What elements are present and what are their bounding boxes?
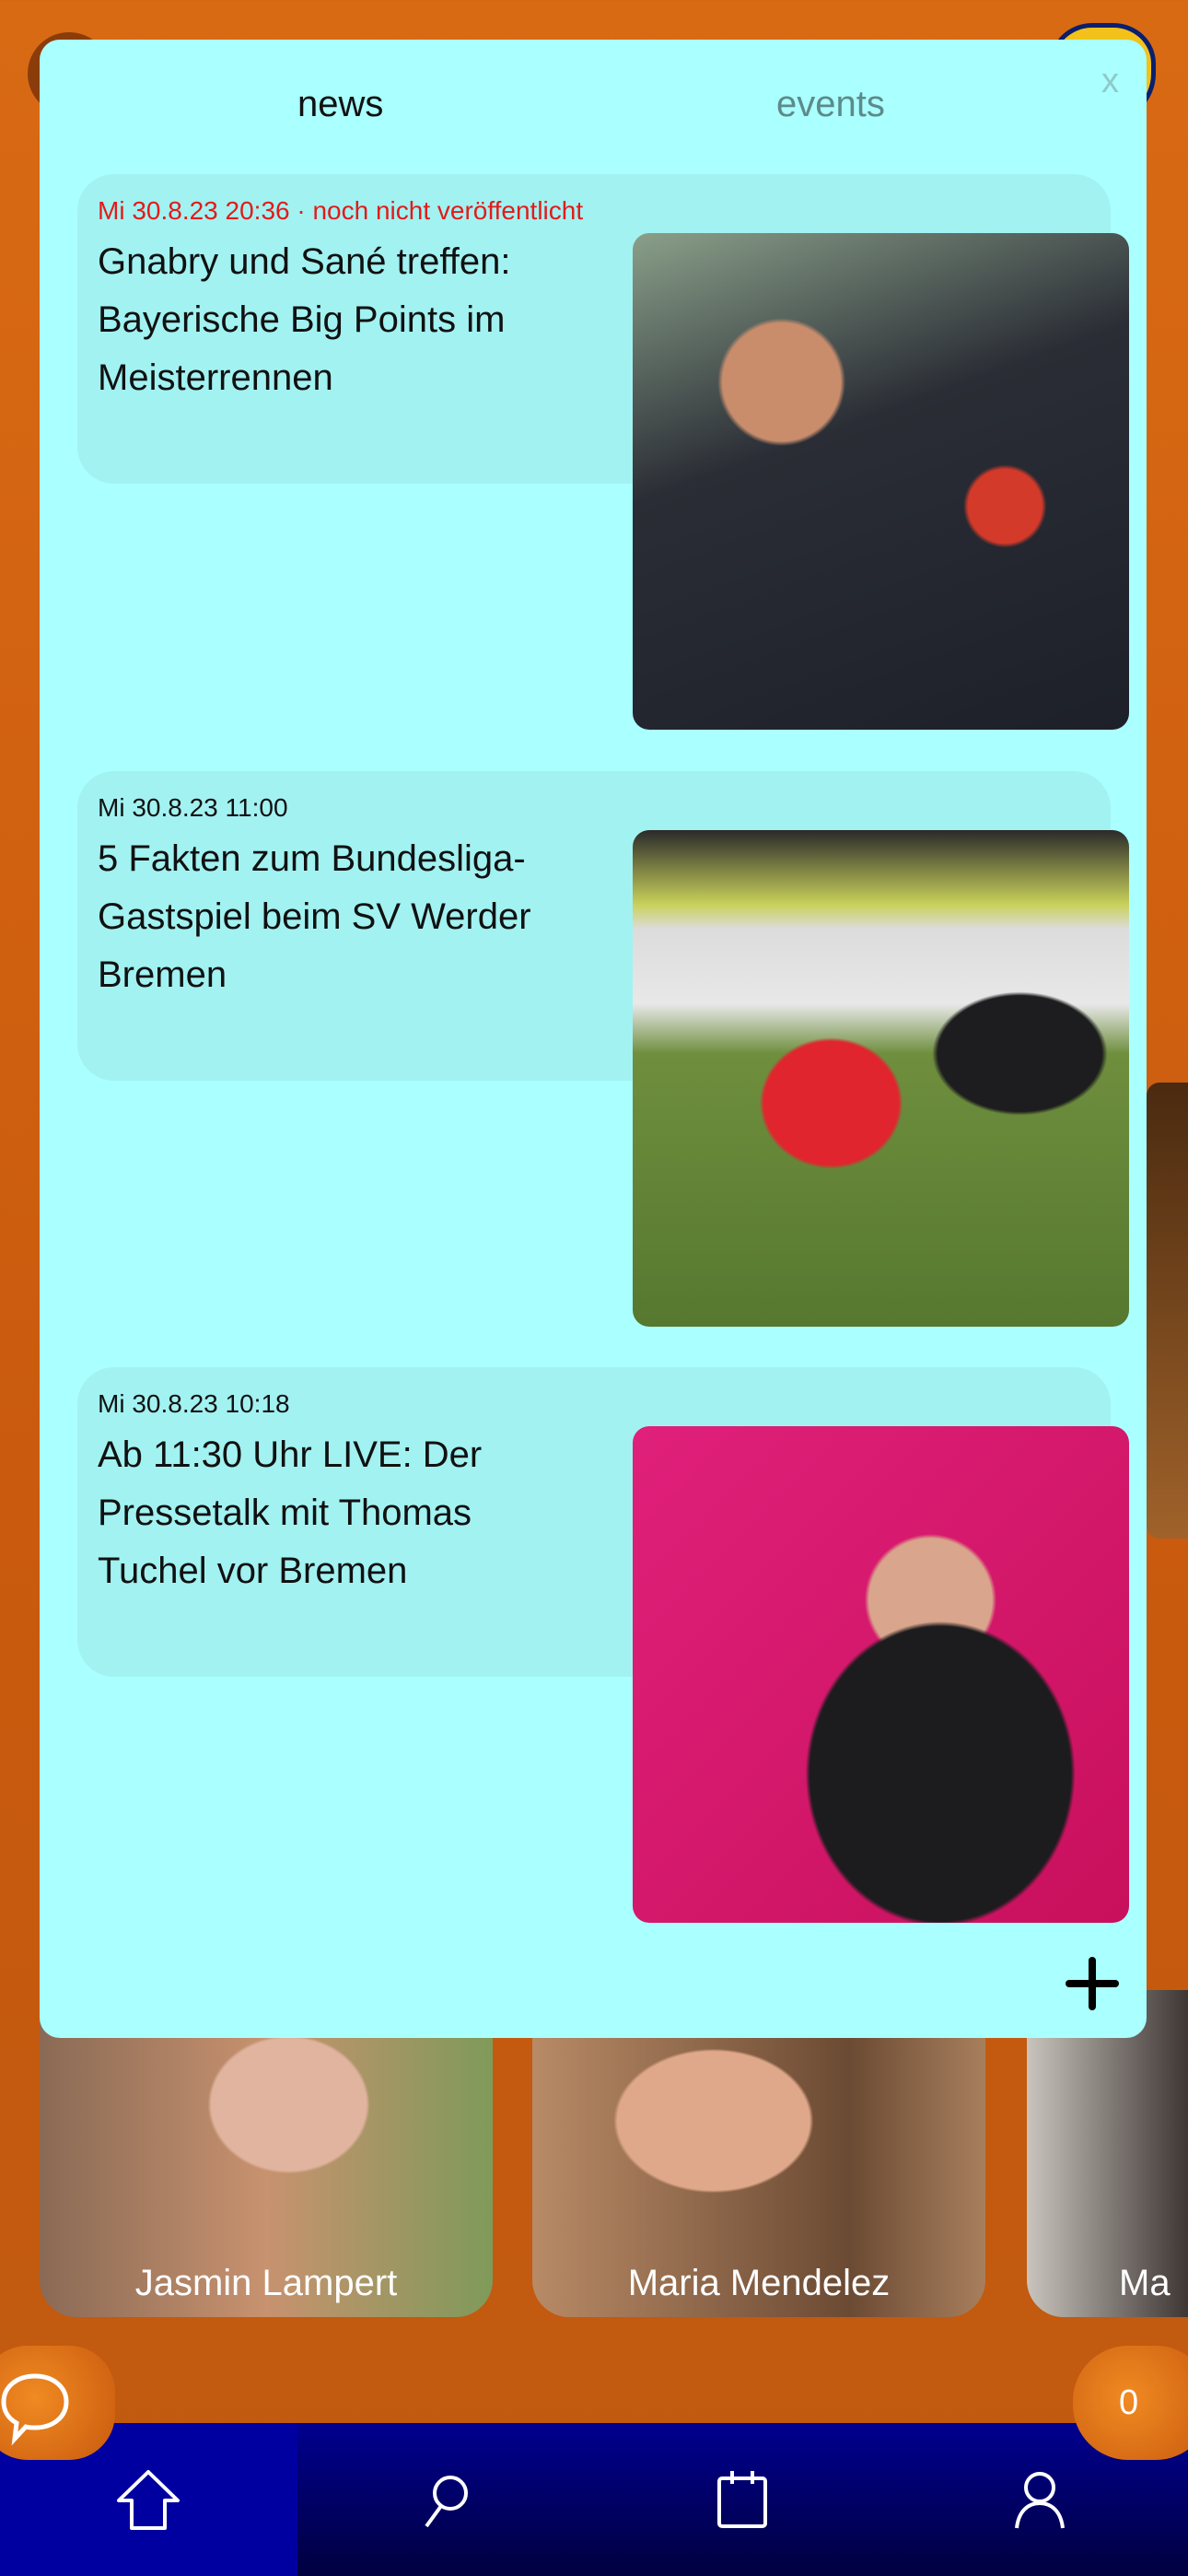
person-name: Maria Mendelez — [627, 2263, 891, 2303]
home-icon — [117, 2470, 181, 2530]
tab-events[interactable]: events — [776, 84, 885, 125]
counter-badge[interactable]: 0 — [1073, 2346, 1188, 2460]
chat-bubble-icon — [1, 2373, 69, 2446]
person-name: Ma — [1119, 2263, 1171, 2303]
person-card[interactable]: Ma — [1027, 1990, 1188, 2317]
news-title: Gnabry und Sané treffen: Bayerische Big … — [98, 241, 511, 398]
news-item[interactable]: Mi 30.8.23 11:00 5 Fakten zum Bundesliga… — [77, 771, 1129, 1327]
news-image — [633, 233, 1129, 730]
chat-button[interactable] — [0, 2346, 115, 2460]
news-title: Ab 11:30 Uhr LIVE: Der Pressetalk mit Th… — [98, 1434, 483, 1591]
news-modal: x news events Mi 30.8.23 20:36 · noch ni… — [40, 40, 1147, 2038]
person-card[interactable]: Jasmin Lampert — [40, 1990, 493, 2317]
person-name: Jasmin Lampert — [134, 2263, 398, 2303]
news-title: 5 Fakten zum Bundesliga-Gastspiel beim S… — [98, 838, 531, 995]
news-date: Mi 30.8.23 20:36 · noch nicht veröffentl… — [98, 196, 584, 225]
nav-search[interactable] — [297, 2423, 595, 2576]
bottom-nav — [0, 2423, 1188, 2576]
profile-icon — [1014, 2472, 1065, 2529]
add-news-button[interactable] — [1062, 1953, 1123, 2014]
close-button[interactable]: x — [1101, 62, 1119, 101]
news-image — [633, 1426, 1129, 1923]
news-item[interactable]: Mi 30.8.23 20:36 · noch nicht veröffentl… — [77, 174, 1129, 730]
news-image — [633, 830, 1129, 1327]
search-icon — [425, 2476, 468, 2528]
calendar-icon — [717, 2471, 768, 2528]
news-item[interactable]: Mi 30.8.23 10:18 Ab 11:30 Uhr LIVE: Der … — [77, 1367, 1129, 1923]
background-event-card — [1147, 1083, 1188, 1539]
news-date: Mi 30.8.23 11:00 — [98, 793, 288, 822]
tab-news[interactable]: news — [297, 84, 383, 125]
news-date: Mi 30.8.23 10:18 — [98, 1389, 290, 1418]
nav-calendar[interactable] — [594, 2423, 891, 2576]
person-card[interactable]: Maria Mendelez — [532, 1990, 985, 2317]
